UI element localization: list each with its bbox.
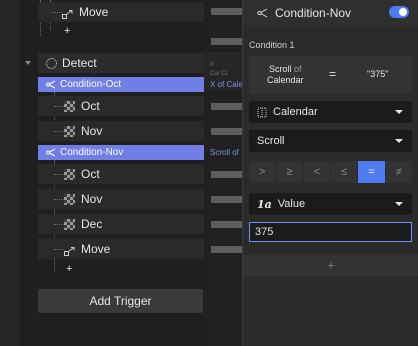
tree-item-detect[interactable]: Detect: [25, 53, 224, 73]
move-icon: [62, 8, 73, 19]
left-gutter: [0, 0, 22, 346]
operator-gt[interactable]: >: [249, 161, 276, 183]
chevron-down-icon[interactable]: [25, 61, 31, 65]
add-trigger-button[interactable]: Add Trigger: [38, 289, 203, 313]
image-icon: [64, 193, 75, 205]
enable-toggle[interactable]: [389, 6, 409, 18]
condition-expression[interactable]: Scroll of Calendar = "375": [249, 56, 412, 94]
condition-icon: [46, 80, 56, 89]
value-label: "375": [367, 69, 389, 79]
tree-item-oct[interactable]: Oct T: [38, 164, 224, 184]
tree-item-condition-nov[interactable]: Condition-Nov: [38, 145, 224, 160]
tree-item-condition-oct[interactable]: Condition-Oct: [38, 77, 224, 92]
chevron-down-icon: [395, 139, 403, 143]
tree-item-label: Move: [79, 5, 109, 19]
timeline-column: 0 Cur Ci X of Calen Scroll of: [204, 0, 242, 346]
tree-item-label: Dec: [81, 217, 103, 231]
image-icon: [64, 100, 75, 112]
target-select[interactable]: Calendar: [249, 101, 412, 123]
tree-item-move[interactable]: Move: [38, 239, 224, 259]
operator-label: =: [329, 67, 337, 81]
condition-panel: Condition-Nov Condition 1 Scroll of Cale…: [242, 0, 418, 346]
tree-item-label: Move: [81, 242, 111, 256]
tree-item-label: Nov: [81, 192, 103, 206]
property-select[interactable]: Scroll: [249, 130, 412, 152]
tree-item-nov[interactable]: Nov T: [38, 121, 224, 141]
tree-item-label: Condition-Nov: [60, 147, 124, 158]
condition-summary: X of Calen: [210, 80, 242, 89]
chevron-down-icon: [395, 110, 403, 114]
condition-summary: Scroll of: [210, 148, 239, 157]
panel-title: Condition-Nov: [275, 6, 352, 20]
condition-icon: [257, 8, 268, 18]
condition-icon: [46, 148, 56, 157]
value-type-select[interactable]: 1a Value: [249, 193, 412, 215]
operator-group: > ≥ < ≤ = ≠: [249, 161, 412, 183]
tree-item-oct[interactable]: Oct T: [38, 96, 224, 116]
tree-item-move[interactable]: Move: [38, 2, 224, 22]
section-label: Condition 1: [249, 40, 295, 50]
panel-header: Condition-Nov: [243, 0, 418, 26]
tree-item-label: Condition-Oct: [60, 79, 122, 90]
tree-item-label: Nov: [81, 124, 103, 138]
add-item-button[interactable]: +: [38, 24, 224, 38]
operator-gte[interactable]: ≥: [276, 161, 303, 183]
tree-item-nov[interactable]: Nov T: [38, 189, 224, 209]
move-icon: [64, 245, 75, 256]
chevron-down-icon: [395, 202, 403, 206]
image-icon: [64, 168, 75, 180]
value-input[interactable]: 375: [249, 222, 412, 242]
value-type-icon: 1a: [257, 197, 272, 211]
tree-item-label: Oct: [81, 167, 100, 181]
tree-item-label: Detect: [62, 56, 97, 70]
image-icon: [64, 125, 75, 137]
operator-lte[interactable]: ≤: [330, 161, 358, 183]
image-icon: [64, 218, 75, 230]
component-icon: [257, 107, 267, 117]
add-condition-button[interactable]: +: [243, 255, 418, 276]
tree-item-dec[interactable]: Dec T: [38, 214, 224, 234]
operator-neq[interactable]: ≠: [385, 161, 412, 183]
detect-icon: [46, 57, 57, 69]
operator-lt[interactable]: <: [303, 161, 330, 183]
layer-tree: Move + Detect Condition-Oct Oct T Nov T …: [22, 0, 224, 346]
operator-eq[interactable]: =: [358, 161, 385, 183]
add-item-button[interactable]: +: [38, 262, 224, 276]
tree-item-label: Oct: [81, 99, 100, 113]
